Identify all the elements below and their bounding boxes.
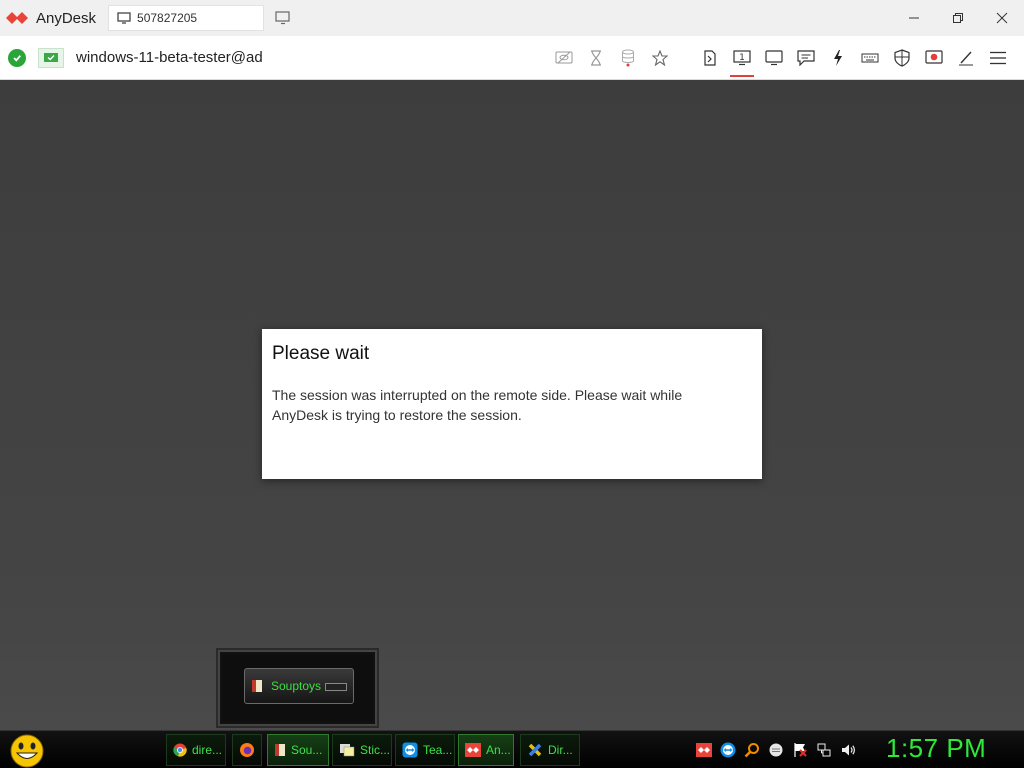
anydesk-icon <box>465 743 481 757</box>
connection-status-icon <box>8 48 26 67</box>
taskbar-item-label: Stic... <box>360 743 391 757</box>
display-one-icon: 1 <box>733 50 751 66</box>
souptoys-label: Souptoys <box>271 679 322 693</box>
system-tray <box>692 739 860 761</box>
sticky-notes-icon <box>340 744 355 757</box>
souptoys-icon <box>275 744 285 756</box>
taskbar-item-firefox[interactable] <box>232 734 262 766</box>
file-transfer-button[interactable] <box>694 42 726 74</box>
pen-icon <box>959 51 973 66</box>
taskbar: dire... Sou... Stic... Tea... An... Dir.… <box>0 730 1024 768</box>
search-tray-icon[interactable] <box>740 740 764 760</box>
whiteboard-button[interactable] <box>950 42 982 74</box>
hourglass-button[interactable] <box>580 42 612 74</box>
taskbar-item-souptoys[interactable]: Sou... <box>267 734 329 766</box>
souptoys-gadget[interactable]: Souptoys <box>216 648 379 728</box>
please-wait-dialog: Please wait The session was interrupted … <box>262 329 762 479</box>
session-toolbar: windows-11-beta-tester@ad 1 <box>0 36 1024 80</box>
record-icon <box>925 50 943 64</box>
start-button[interactable] <box>8 733 46 768</box>
dialog-title: Please wait <box>272 343 370 364</box>
actions-button[interactable] <box>822 42 854 74</box>
clock[interactable]: 1:57 PM <box>886 733 986 764</box>
display-button[interactable] <box>758 42 790 74</box>
permissions-button[interactable] <box>886 42 918 74</box>
hourglass-icon <box>591 50 601 66</box>
teamviewer-icon <box>402 742 418 758</box>
souptoys-button[interactable]: Souptoys <box>244 668 354 704</box>
close-button[interactable] <box>980 0 1024 36</box>
taskbar-item-directx[interactable]: Dir... <box>520 734 580 766</box>
taskbar-item-label: dire... <box>192 743 223 757</box>
taskbar-item-label: An... <box>486 743 511 757</box>
keyboard-button[interactable] <box>854 42 886 74</box>
remote-address: windows-11-beta-tester@ad <box>76 49 263 66</box>
restore-icon <box>953 13 963 23</box>
keyboard-icon <box>861 53 879 63</box>
database-button[interactable] <box>612 42 644 74</box>
file-transfer-icon <box>704 50 716 66</box>
flag-tray-icon[interactable] <box>788 740 812 760</box>
monitor-icon <box>765 50 783 66</box>
close-icon <box>996 12 1008 24</box>
taskbar-item-anydesk[interactable]: An... <box>458 734 514 766</box>
minimize-icon <box>909 17 919 19</box>
souptoys-icon <box>252 680 262 692</box>
svg-text:1: 1 <box>739 53 745 63</box>
star-icon <box>652 50 668 66</box>
teamviewer-tray-icon[interactable] <box>716 740 740 760</box>
anydesk-tray-icon[interactable] <box>692 740 716 760</box>
restore-button[interactable] <box>936 0 980 36</box>
minimize-button[interactable] <box>892 0 936 36</box>
smiley-start-icon <box>10 734 44 768</box>
favorite-button[interactable] <box>644 42 676 74</box>
hidden-view-button[interactable] <box>548 42 580 74</box>
dialog-message: The session was interrupted on the remot… <box>272 387 683 423</box>
firefox-icon <box>240 743 254 757</box>
taskbar-item-chrome[interactable]: dire... <box>166 734 226 766</box>
hidden-view-icon <box>555 51 573 64</box>
title-bar: AnyDesk 507827205 <box>0 0 1024 36</box>
lightning-icon <box>834 50 842 66</box>
shield-icon <box>894 49 910 67</box>
monitor-icon <box>117 9 131 28</box>
network-icon[interactable] <box>812 740 836 760</box>
chat-button[interactable] <box>790 42 822 74</box>
souptoys-bar <box>325 683 347 691</box>
database-icon <box>622 49 634 67</box>
hamburger-menu-icon <box>990 51 1006 65</box>
session-tab-label: 507827205 <box>137 11 198 25</box>
session-tab[interactable]: 507827205 <box>108 5 265 31</box>
taskbar-item-teamviewer[interactable]: Tea... <box>395 734 455 766</box>
directx-icon <box>528 743 542 757</box>
main-menu-button[interactable] <box>982 42 1014 74</box>
app-name: AnyDesk <box>36 9 97 27</box>
taskbar-item-label: Dir... <box>548 743 573 757</box>
taskbar-item-label: Sou... <box>291 743 323 757</box>
anydesk-logo-icon <box>6 10 30 26</box>
new-session-button[interactable] <box>272 7 294 29</box>
remote-monitor-icon[interactable] <box>38 47 64 68</box>
display-one-button[interactable]: 1 <box>726 42 758 77</box>
taskbar-item-label: Tea... <box>423 743 453 757</box>
circle-tray-icon[interactable] <box>764 740 788 760</box>
volume-icon[interactable] <box>836 740 860 760</box>
chat-icon <box>797 50 815 66</box>
taskbar-item-sticky-notes[interactable]: Stic... <box>332 734 392 766</box>
chrome-icon <box>173 743 187 757</box>
record-button[interactable] <box>918 42 950 74</box>
